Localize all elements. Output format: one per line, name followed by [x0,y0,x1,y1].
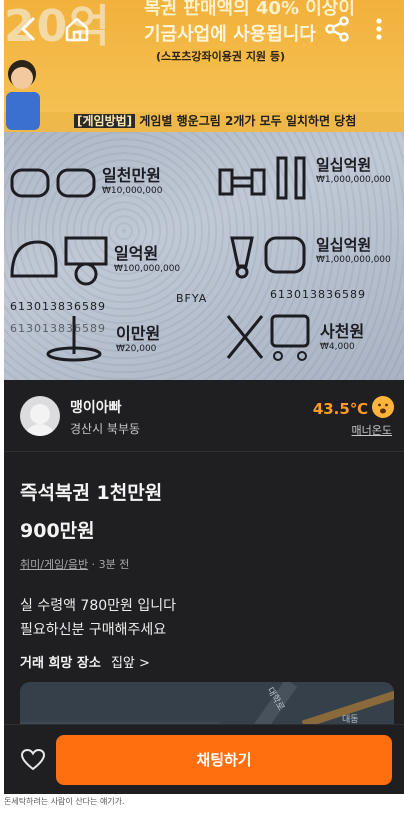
trade-place[interactable]: 거래 희망 장소 집앞 > [20,652,150,671]
back-arrow-icon [21,17,35,41]
helmet-basketball-icon [10,236,108,286]
ticket-code-right: 613013836589 [270,288,366,301]
description-line-2: 필요하신분 구매해주세요 [20,622,167,638]
prize-2-name: 일십억원 [316,156,372,174]
like-button[interactable] [20,747,46,773]
more-options-button[interactable] [364,14,394,44]
trade-place-value[interactable]: 집앞 > [111,656,150,671]
prize-2-amount: ₩1,000,000,000 [316,175,391,185]
fencing-skate-icon [226,314,310,361]
avatar-body [24,424,56,436]
prize-1-amount: ₩10,000,000 [102,186,163,196]
game-rule-text: 게임별 행운그림 2개가 모두 일치하면 당첨 [139,114,357,128]
smiley-icon [372,396,394,418]
manner-temperature-link[interactable]: 매너온도 [352,422,392,438]
post-time: · 3분 전 [88,558,130,571]
chat-button[interactable]: 채팅하기 [56,735,392,785]
seller-name[interactable]: 맹이아빠 [70,397,122,417]
prize-3-amount: ₩100,000,000 [114,264,181,274]
poster-small-text: (스포츠강좌이용권 지원 등) [156,50,286,63]
seller-profile[interactable]: 맹이아빠 경산시 북부동 43.5℃ 매너온도 [4,380,404,452]
prize-5-amount: ₩20,000 [116,344,157,354]
prize-5: 이만원 ₩20,000 [116,320,160,354]
app-screen: 20억 복권 판매액의 40% 이상이 기금사업에 사용됩니다 (스포츠강좌이용… [4,0,404,794]
prize-6-name: 사천원 [320,322,365,341]
prize-4-name: 일십억원 [316,236,372,254]
share-icon [325,16,349,42]
game-rule: [게임방법] 게임별 행운그림 2개가 모두 일치하면 당첨 [74,112,356,129]
back-button[interactable] [14,14,44,44]
prize-4: 일십억원 ₩1,000,000,000 [316,234,391,265]
image-caption: 돈세탁하려는 사람이 산다는 얘기가. [4,797,125,806]
snorkel-mask-icon [10,168,96,198]
poster-character-illustration [6,60,40,130]
share-button[interactable] [322,14,352,44]
more-vertical-icon [376,18,382,40]
game-rule-tag: [게임방법] [74,114,136,128]
lottery-ticket: 일천만원 ₩10,000,000 일십억원 ₩1,000,000,000 일억원… [4,132,404,380]
ticket-code-mid: BFYA [176,292,208,305]
seller-location: 경산시 북부동 [70,422,141,436]
prize-3-name: 일억원 [114,244,159,263]
prize-5-name: 이만원 [116,324,161,343]
golf-flag-icon [46,316,102,362]
shuttlecock-boxing-icon [230,236,306,279]
post-price: 900만원 [20,520,95,542]
home-icon [65,17,89,42]
post-meta: 취미/게임/음반 · 3분 전 [20,556,129,572]
heart-icon [20,748,46,771]
prize-1: 일천만원 ₩10,000,000 [102,162,162,196]
category-link[interactable]: 취미/게임/음반 [20,558,88,571]
prize-6: 사천원 ₩4,000 [320,318,364,352]
home-button[interactable] [62,14,92,44]
product-photo[interactable]: 20억 복권 판매액의 40% 이상이 기금사업에 사용됩니다 (스포츠강좌이용… [4,0,404,380]
poster-line-2: 기금사업에 사용됩니다 [144,24,316,45]
prize-1-name: 일천만원 [102,166,161,185]
bottom-action-bar: 채팅하기 [4,724,404,794]
prize-3: 일억원 ₩100,000,000 [114,240,180,274]
post-title: 즉석복권 1천만원 [20,482,163,504]
dumbbell-icon [218,156,306,200]
trade-place-label: 거래 희망 장소 [20,656,101,671]
avatar-head [30,404,50,424]
description-line-1: 실 수령액 780만원 입니다 [20,598,176,614]
post-description: 실 수령액 780만원 입니다 필요하신분 구매해주세요 [20,594,176,642]
manner-temperature: 43.5℃ [312,400,368,418]
prize-4-amount: ₩1,000,000,000 [316,255,391,265]
prize-6-amount: ₩4,000 [320,342,355,352]
prize-2: 일십억원 ₩1,000,000,000 [316,154,391,185]
avatar[interactable] [20,396,60,436]
